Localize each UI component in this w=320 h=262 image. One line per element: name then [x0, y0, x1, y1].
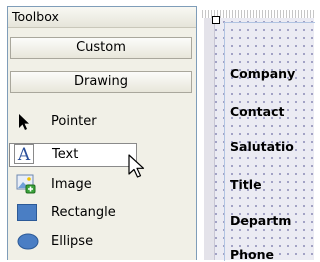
svg-text:A: A — [17, 145, 31, 165]
category-drawing-button[interactable]: Drawing — [10, 71, 192, 93]
tool-pointer[interactable]: Pointer — [5, 110, 183, 134]
field-contact[interactable]: Contact — [230, 104, 284, 119]
tool-image[interactable]: Image — [5, 173, 183, 197]
field-title[interactable]: Title — [230, 177, 262, 192]
category-custom-button[interactable]: Custom — [10, 37, 192, 59]
field-salutation[interactable]: Salutatio — [230, 139, 294, 154]
tool-pointer-label: Pointer — [51, 114, 97, 129]
field-department[interactable]: Departm — [230, 213, 291, 228]
tool-rectangle-label: Rectangle — [51, 205, 116, 220]
pointer-arrow-icon — [17, 113, 31, 135]
toolbox-title: Toolbox — [8, 7, 196, 28]
ellipse-icon — [17, 233, 39, 254]
tool-ellipse[interactable]: Ellipse — [5, 230, 183, 254]
tool-text[interactable]: A Text — [9, 143, 137, 167]
selection-handle[interactable] — [212, 16, 220, 24]
tool-rectangle[interactable]: Rectangle — [5, 201, 183, 225]
rectangle-icon — [17, 204, 37, 225]
tool-text-label: Text — [52, 147, 79, 162]
text-a-icon: A — [14, 144, 34, 169]
tool-ellipse-label: Ellipse — [51, 234, 94, 249]
tool-image-label: Image — [51, 177, 92, 192]
field-company[interactable]: Company — [230, 66, 295, 81]
image-icon — [16, 174, 36, 198]
band-strip — [204, 18, 215, 260]
